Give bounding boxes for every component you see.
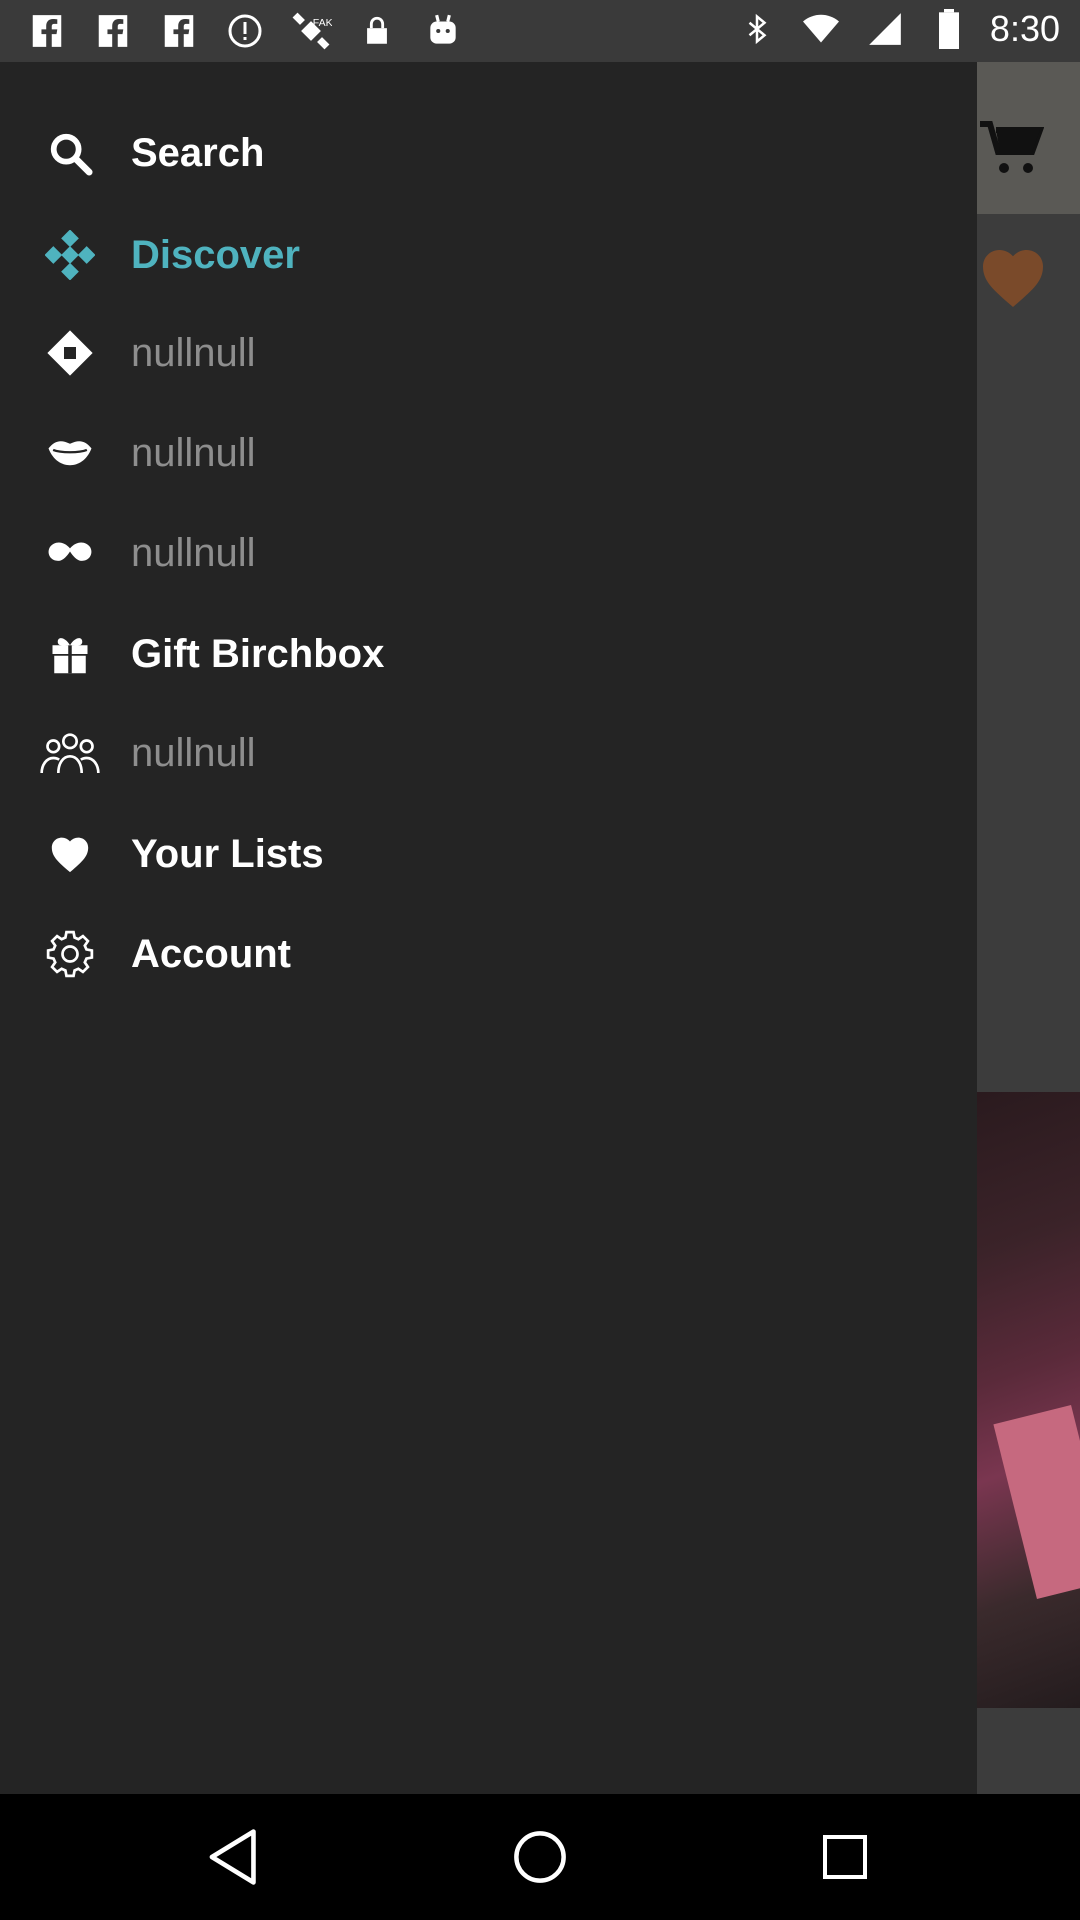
cart-icon[interactable] — [980, 120, 1045, 181]
gear-icon — [40, 924, 100, 984]
facebook-icon — [90, 8, 136, 54]
menu-item-discover[interactable]: Discover — [0, 210, 977, 300]
menu-item-label: nullnull — [131, 330, 256, 375]
bluetooth-icon — [734, 6, 780, 52]
gift-icon — [40, 624, 100, 684]
search-icon — [40, 123, 100, 183]
navigation-drawer: Search Discover nullnull nullnull nullnu… — [0, 62, 977, 1794]
recents-button[interactable] — [810, 1822, 880, 1892]
alert-icon — [222, 8, 268, 54]
diamond-icon — [40, 323, 100, 383]
photo-sign — [993, 1404, 1080, 1600]
menu-item-null-3[interactable]: nullnull — [0, 508, 977, 598]
facebook-icon — [24, 8, 70, 54]
menu-item-null-2[interactable]: nullnull — [0, 408, 977, 498]
menu-item-null-1[interactable]: nullnull — [0, 308, 977, 398]
svg-text:FAKE: FAKE — [313, 17, 332, 29]
menu-item-null-4[interactable]: nullnull — [0, 708, 977, 798]
home-button[interactable] — [505, 1822, 575, 1892]
background-photo — [976, 1092, 1080, 1708]
android-icon — [420, 8, 466, 54]
menu-item-label: nullnull — [131, 530, 256, 575]
facebook-icon — [156, 8, 202, 54]
menu-item-account[interactable]: Account — [0, 909, 977, 999]
status-bar: FAKE 8:30 — [0, 0, 1080, 62]
heart-icon — [40, 824, 100, 884]
menu-item-label: Discover — [131, 232, 300, 277]
menu-item-label: Gift Birchbox — [131, 631, 385, 676]
signal-icon — [862, 6, 908, 52]
people-icon — [40, 723, 100, 783]
menu-item-your-lists[interactable]: Your Lists — [0, 809, 977, 899]
menu-item-search[interactable]: Search — [0, 108, 977, 198]
satellite-icon: FAKE — [288, 8, 334, 54]
menu-item-label: nullnull — [131, 430, 256, 475]
mustache-icon — [40, 523, 100, 583]
menu-item-label: Your Lists — [131, 831, 324, 876]
lock-icon — [354, 8, 400, 54]
clock: 8:30 — [989, 8, 1060, 49]
heart-icon[interactable] — [976, 244, 1050, 315]
menu-item-label: nullnull — [131, 730, 256, 775]
menu-item-label: Account — [131, 931, 291, 976]
lips-icon — [40, 423, 100, 483]
menu-item-label: Search — [131, 130, 265, 175]
battery-icon — [926, 6, 972, 52]
discover-icon — [40, 225, 100, 285]
back-button[interactable] — [200, 1822, 270, 1892]
system-nav-bar — [0, 1794, 1080, 1920]
menu-item-gift-birchbox[interactable]: Gift Birchbox — [0, 609, 977, 699]
wifi-icon — [798, 6, 844, 52]
